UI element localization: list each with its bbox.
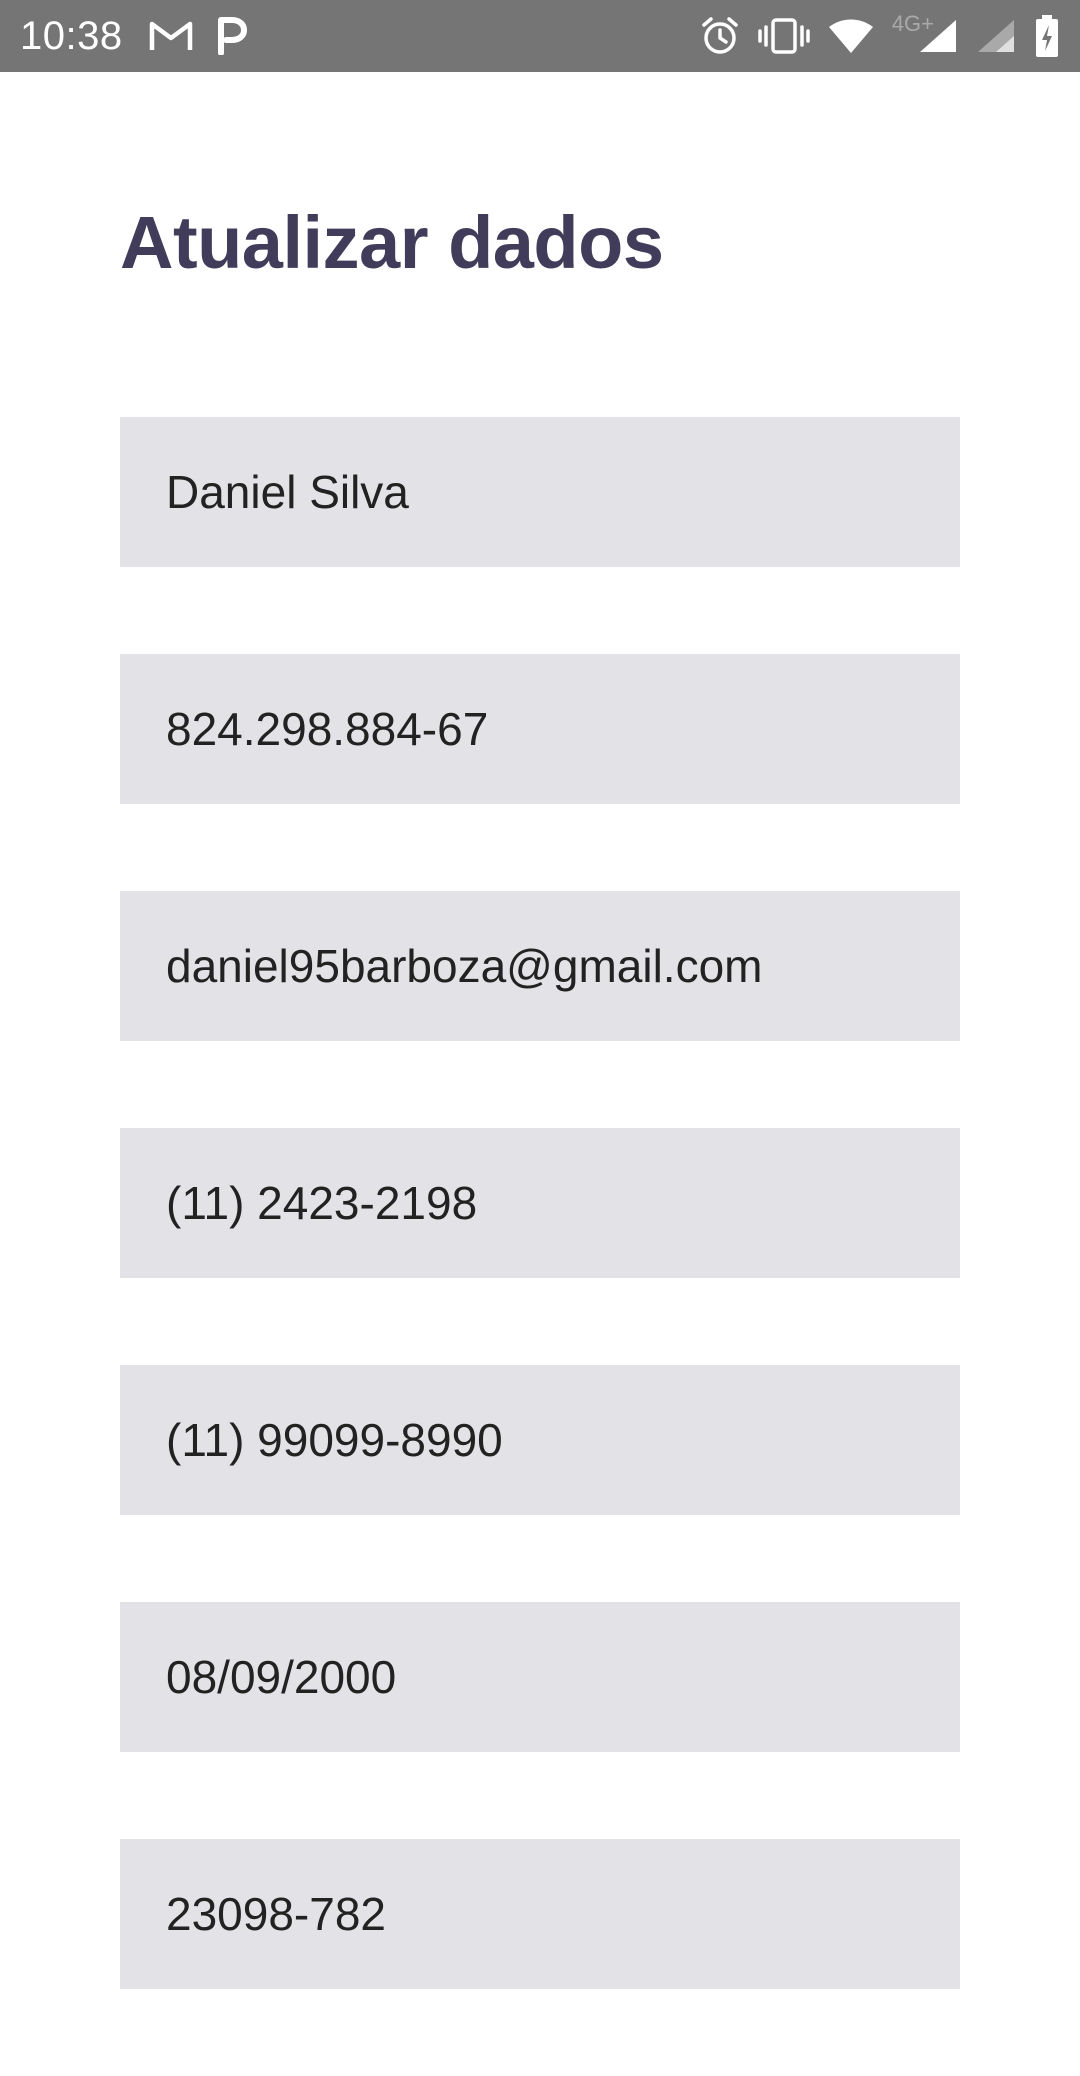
- cpf-field-value: 824.298.884-67: [166, 703, 489, 755]
- vibrate-icon: [758, 17, 810, 55]
- signal-strength-secondary-icon: [976, 18, 1016, 54]
- status-time: 10:38: [20, 13, 123, 58]
- birth-date-field-value: 08/09/2000: [166, 1651, 397, 1703]
- email-field-value: daniel95barboza@gmail.com: [166, 940, 763, 992]
- mobile-phone-field-value: (11) 99099-8990: [166, 1414, 503, 1466]
- system-icons: 4G+: [700, 11, 1060, 58]
- gmail-icon: [149, 19, 193, 53]
- parking-app-icon: [215, 17, 247, 55]
- status-bar: 10:38 4G+: [0, 0, 1080, 72]
- notification-icons: [149, 17, 247, 55]
- page-title: Atualizar dados: [120, 201, 664, 284]
- phone-field[interactable]: (11) 2423-2198: [120, 1128, 960, 1278]
- cpf-field[interactable]: 824.298.884-67: [120, 654, 960, 804]
- zip-code-field[interactable]: 23098-782: [120, 1839, 960, 1989]
- birth-date-field[interactable]: 08/09/2000: [120, 1602, 960, 1752]
- email-field[interactable]: daniel95barboza@gmail.com: [120, 891, 960, 1041]
- battery-charging-icon: [1034, 14, 1060, 58]
- update-data-form: Daniel Silva 824.298.884-67 daniel95barb…: [120, 417, 960, 2076]
- name-field[interactable]: Daniel Silva: [120, 417, 960, 567]
- phone-field-value: (11) 2423-2198: [166, 1177, 478, 1229]
- name-field-value: Daniel Silva: [166, 466, 409, 518]
- mobile-phone-field[interactable]: (11) 99099-8990: [120, 1365, 960, 1515]
- zip-code-field-value: 23098-782: [166, 1888, 386, 1940]
- wifi-icon: [828, 18, 874, 54]
- network-type-label: 4G+: [891, 11, 934, 36]
- alarm-icon: [700, 16, 740, 56]
